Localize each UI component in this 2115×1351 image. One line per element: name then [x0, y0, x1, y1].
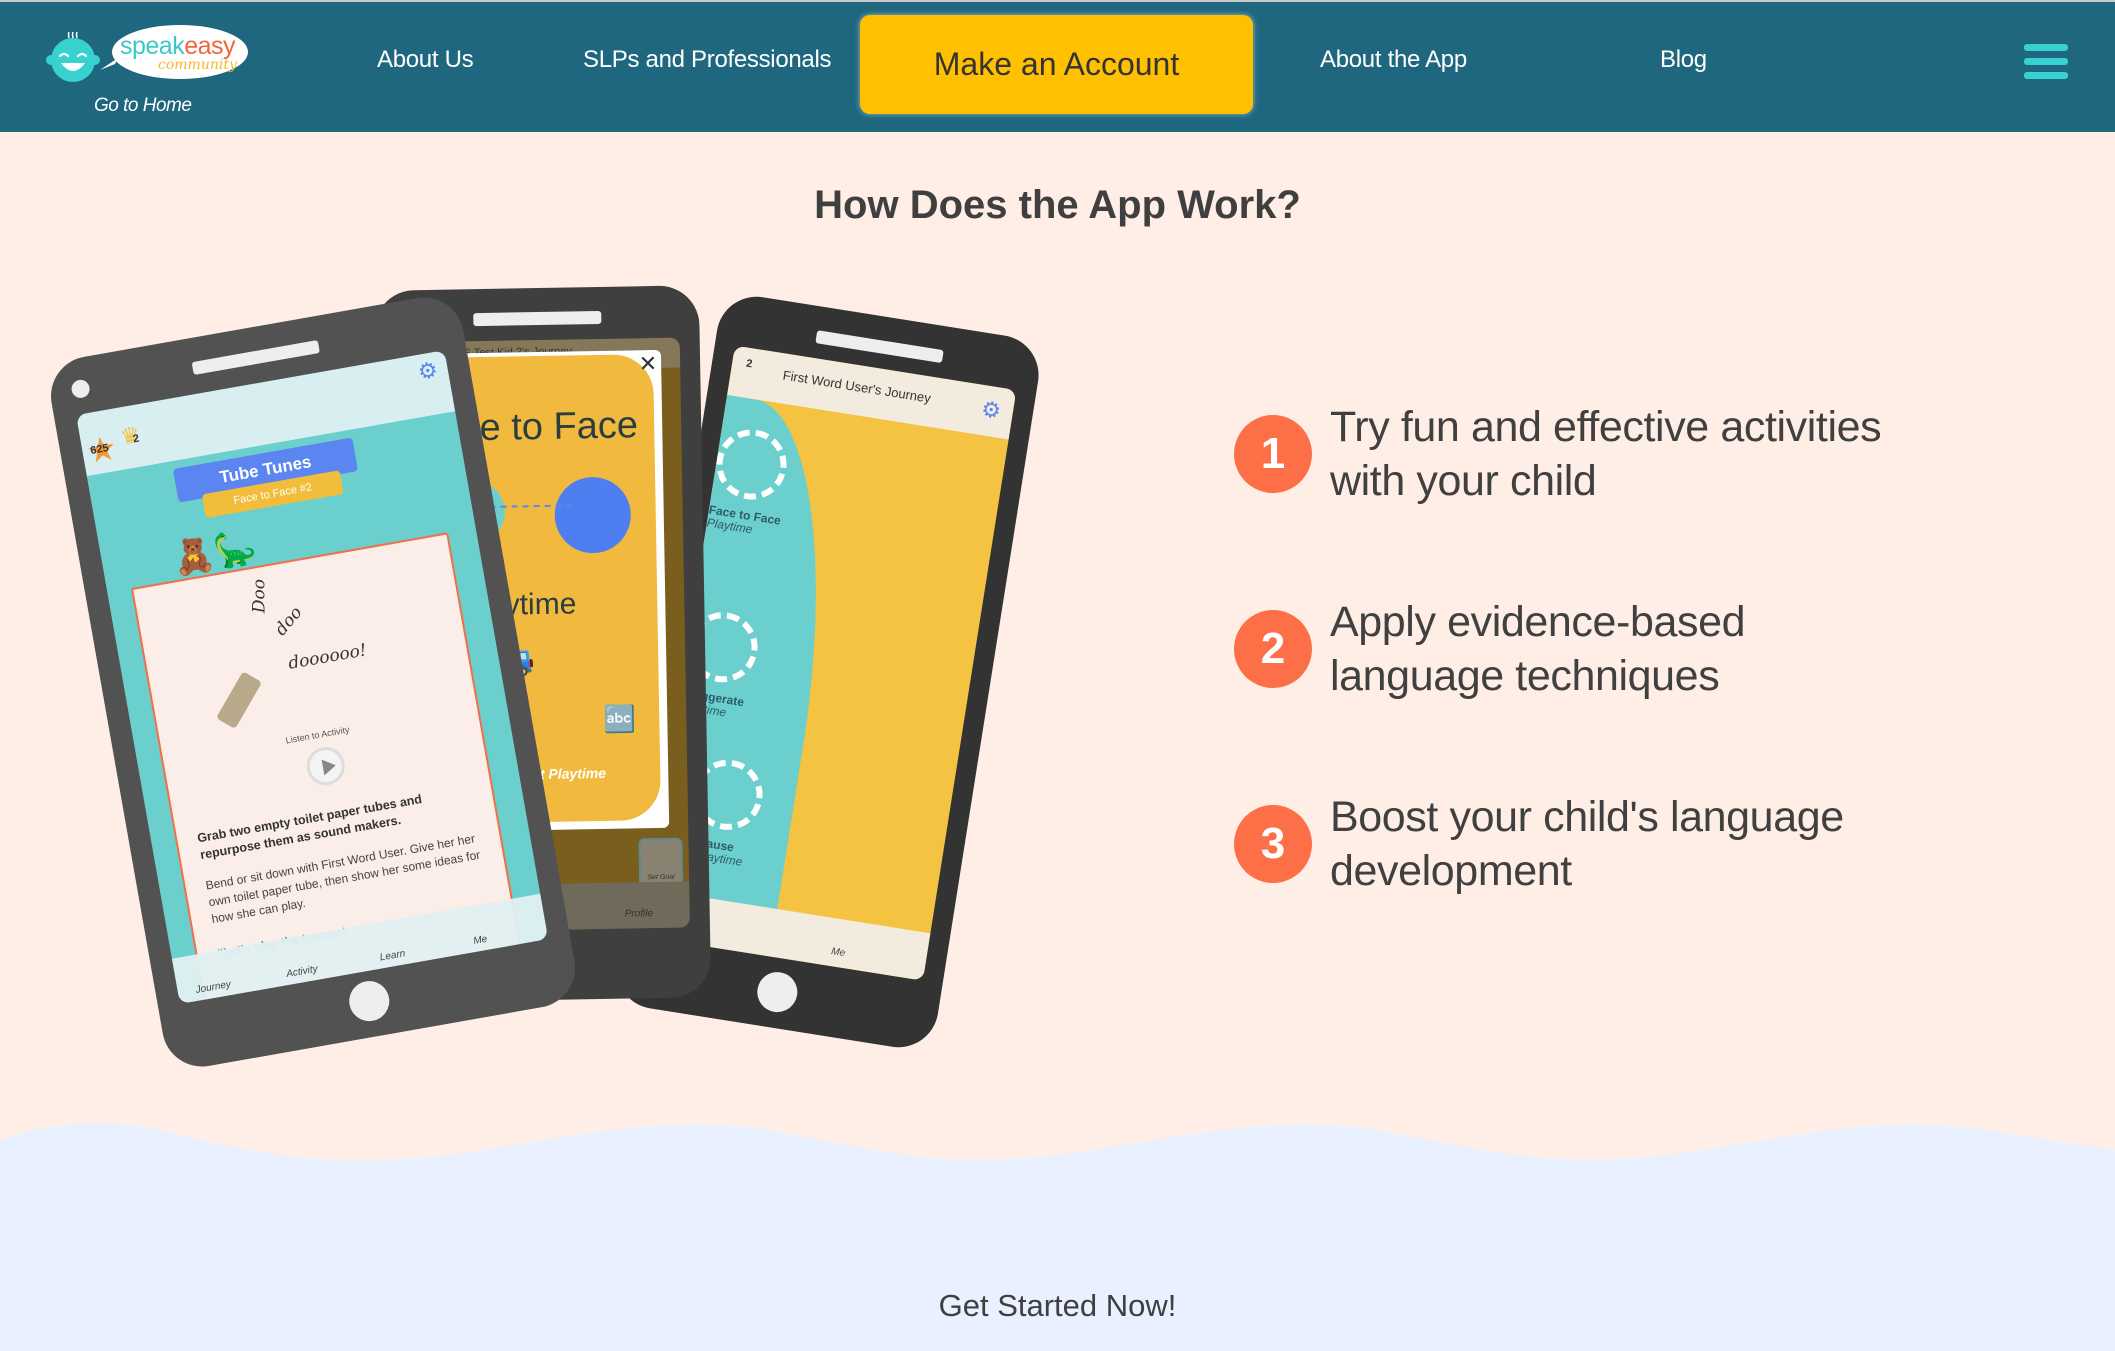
step-text: Apply evidence-based language techniques	[1330, 598, 1746, 700]
doo-text: doo	[271, 602, 307, 640]
play-icon	[303, 744, 348, 789]
step-number-badge: 2	[1234, 610, 1312, 688]
gear-icon: ⚙	[416, 357, 440, 386]
tab-me: Me	[830, 946, 846, 960]
step-text: Boost your child's language development	[1330, 793, 1844, 895]
hamburger-icon	[2024, 44, 2068, 51]
phone-speaker	[472, 310, 601, 327]
get-started-link[interactable]: Get Started Now!	[0, 1288, 2115, 1324]
tab-profile: Profile	[624, 908, 654, 920]
close-icon: ✕	[638, 351, 658, 378]
hamburger-menu-button[interactable]	[2024, 44, 2068, 84]
step-item: 1 Try fun and effective activities with y…	[1234, 400, 2034, 510]
app-screenshots-illustration: 2 First Word User's Journey ⚙ Face to Fa…	[0, 0, 1045, 1100]
phone-camera	[70, 378, 92, 400]
journey-title: First Word User's Journey	[781, 367, 932, 406]
tab-activity: Activity	[285, 963, 319, 980]
doo-text: Doo	[249, 578, 270, 614]
phone-speaker	[814, 330, 944, 363]
paper-tube-icon	[215, 671, 263, 730]
hamburger-icon-bar	[2024, 72, 2068, 79]
step-number-badge: 3	[1234, 805, 1312, 883]
phone-screen: ★ 625 ♛ 2 ⚙ Tube Tunes Face to Face #2 🧸…	[76, 350, 549, 1005]
listen-label: Listen to Activity	[284, 724, 351, 746]
crown-level-badge: 2	[745, 357, 754, 371]
nav-about-the-app[interactable]: About the App	[1320, 46, 1467, 74]
hamburger-icon-bar	[2024, 58, 2068, 65]
doo-text: doooooo!	[286, 640, 369, 674]
abc-blocks-icon: 🔤	[603, 704, 636, 735]
step-text: Try fun and effective activities with you…	[1330, 403, 1882, 505]
step-number-badge: 1	[1234, 415, 1312, 493]
phone-speaker	[191, 339, 320, 376]
tab-me: Me	[472, 933, 489, 947]
nav-blog[interactable]: Blog	[1660, 46, 1707, 74]
step-item: 3 Boost your child's language development	[1234, 790, 2034, 900]
phone-home-button	[753, 969, 800, 1015]
step-item: 2 Apply evidence-based language technique…	[1234, 595, 2034, 705]
phone-home-button	[346, 977, 393, 1025]
tab-learn: Learn	[379, 948, 407, 964]
tab-journey: Journey	[194, 978, 232, 996]
gear-icon: ⚙	[979, 396, 1003, 425]
